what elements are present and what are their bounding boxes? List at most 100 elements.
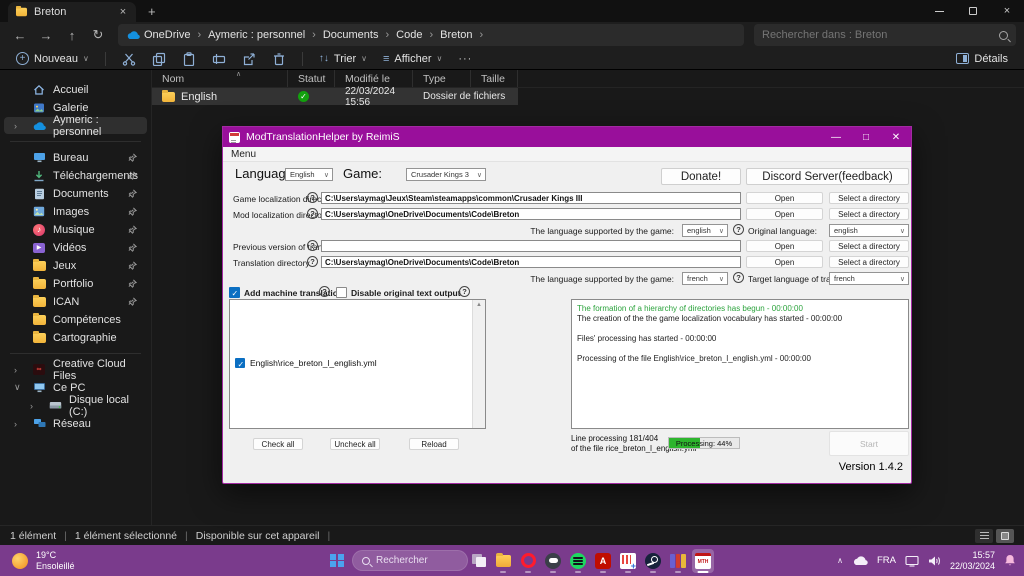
cut-button[interactable] [116, 49, 142, 69]
notification-bell-icon[interactable] [1004, 554, 1016, 567]
sidebar-item-onedrive-personnel[interactable]: › Aymeric : personnel [4, 114, 147, 138]
clock[interactable]: 15:57 22/03/2024 [950, 550, 995, 571]
uncheck-all-button[interactable]: Uncheck all [330, 438, 380, 450]
sidebar-item-competences[interactable]: Compétences [4, 311, 147, 328]
forward-button[interactable]: → [34, 28, 58, 43]
speaker-icon[interactable] [928, 555, 941, 567]
dialog-maximize-button[interactable]: □ [851, 127, 881, 147]
taskbar-icon-opera[interactable] [517, 549, 539, 573]
game-select[interactable]: Crusader Kings 3 ∨ [406, 168, 486, 181]
share-button[interactable] [236, 49, 262, 69]
chevron-right-icon[interactable]: › [30, 401, 33, 411]
scrollbar[interactable]: ▲ [472, 300, 485, 428]
sidebar-item-musique[interactable]: ♪ Musique [4, 221, 147, 238]
breadcrumb[interactable]: OneDrive › Aymeric : personnel › Documen… [118, 24, 744, 46]
taskbar-search[interactable]: Rechercher [352, 550, 468, 571]
close-button[interactable]: × [990, 0, 1024, 22]
sidebar-item-bureau[interactable]: Bureau [4, 149, 147, 166]
taskbar-icon-acrobat[interactable]: A [592, 549, 614, 573]
delete-button[interactable] [266, 49, 292, 69]
help-icon[interactable]: ? [307, 192, 318, 203]
mod-dir-select-button[interactable]: Select a directory [829, 208, 909, 220]
column-header-taille[interactable]: Taille [471, 70, 518, 87]
sidebar-item-ican[interactable]: ICAN [4, 293, 147, 310]
scroll-up-icon[interactable]: ▲ [476, 302, 482, 308]
sidebar-item-accueil[interactable]: Accueil [4, 81, 147, 98]
breadcrumb-root[interactable]: OneDrive [144, 29, 190, 41]
prev-translation-open-button[interactable]: Open [746, 240, 823, 252]
tab-close-icon[interactable]: × [116, 6, 130, 18]
breadcrumb-item[interactable]: Aymeric : personnel [208, 29, 305, 41]
mod-dir-input[interactable]: C:\Users\aymag\OneDrive\Documents\Code\B… [321, 208, 741, 220]
dialog-minimize-button[interactable]: — [821, 127, 851, 147]
game-dir-select-button[interactable]: Select a directory [829, 192, 909, 204]
column-header-nom[interactable]: Nom ∧ [152, 70, 288, 87]
new-button[interactable]: + Nouveau ∨ [10, 49, 95, 69]
refresh-button[interactable]: ↻ [86, 27, 110, 43]
check-all-button[interactable]: Check all [253, 438, 303, 450]
taskbar-icon-winrar[interactable] [667, 549, 689, 573]
copy-button[interactable] [146, 49, 172, 69]
breadcrumb-item[interactable]: Code [396, 29, 422, 41]
sidebar-item-reseau[interactable]: › Réseau [4, 415, 147, 432]
task-view-button[interactable] [472, 554, 487, 567]
help-icon[interactable]: ? [733, 224, 744, 235]
discord-button[interactable]: Discord Server(feedback) [746, 168, 909, 185]
start-button[interactable]: Start [829, 431, 909, 456]
column-header-statut[interactable]: Statut [288, 70, 335, 87]
back-button[interactable]: ← [8, 28, 32, 43]
menu-item-menu[interactable]: Menu [223, 149, 264, 160]
onedrive-tray-icon[interactable] [852, 555, 868, 566]
taskbar-icon-spotify[interactable] [567, 549, 589, 573]
game-lang-select-original[interactable]: english ∨ [682, 224, 728, 237]
explorer-tab[interactable]: Breton × [8, 2, 136, 22]
file-checkbox-item[interactable]: English\rice_breton_l_english.yml [235, 358, 377, 369]
chevron-right-icon[interactable]: › [14, 365, 17, 375]
up-button[interactable]: ↑ [60, 28, 84, 43]
target-language-select[interactable]: french ∨ [829, 272, 909, 285]
dialog-title-bar[interactable]: ModTranslationHelper by ReimiS [223, 127, 911, 147]
help-icon[interactable]: ? [307, 256, 318, 267]
sort-button[interactable]: ↑↓ Trier ∨ [313, 49, 373, 69]
help-icon[interactable]: ? [459, 286, 470, 297]
sidebar-item-jeux[interactable]: Jeux [4, 257, 147, 274]
language-select[interactable]: English ∨ [285, 168, 333, 181]
original-language-select[interactable]: english ∨ [829, 224, 909, 237]
paste-button[interactable] [176, 49, 202, 69]
mod-dir-open-button[interactable]: Open [746, 208, 823, 220]
prev-translation-select-button[interactable]: Select a directory [829, 240, 909, 252]
help-icon[interactable]: ? [307, 240, 318, 251]
sidebar-item-portfolio[interactable]: Portfolio [4, 275, 147, 292]
chevron-right-icon[interactable]: › [14, 419, 17, 429]
sidebar-item-disque-local[interactable]: › Disque local (C:) [4, 394, 147, 418]
file-selection-list[interactable]: ▲ English\rice_breton_l_english.yml [229, 299, 486, 429]
search-input[interactable] [762, 29, 999, 41]
prev-translation-input[interactable] [321, 240, 741, 252]
cast-icon[interactable] [905, 555, 919, 567]
view-button[interactable]: ≡ Afficher ∨ [377, 49, 448, 69]
icons-view-button[interactable] [996, 528, 1014, 543]
reload-button[interactable]: Reload [409, 438, 459, 450]
file-item-checkbox[interactable] [235, 358, 245, 369]
donate-button[interactable]: Donate! [661, 168, 741, 185]
new-tab-button[interactable]: + [148, 4, 156, 22]
sidebar-item-videos[interactable]: ▶ Vidéos [4, 239, 147, 256]
file-row-english[interactable]: English ✓ 22/03/2024 15:56 Dossier de fi… [152, 86, 518, 108]
disable-original-text-checkbox[interactable] [336, 287, 347, 298]
details-view-button[interactable] [975, 528, 993, 543]
taskbar-icon-steam[interactable] [642, 549, 664, 573]
translation-dir-open-button[interactable]: Open [746, 256, 823, 268]
sidebar-item-documents[interactable]: Documents [4, 185, 147, 202]
rename-button[interactable] [206, 49, 232, 69]
chevron-down-icon[interactable]: ∨ [14, 382, 21, 393]
breadcrumb-item[interactable]: Documents [323, 29, 379, 41]
game-dir-open-button[interactable]: Open [746, 192, 823, 204]
details-pane-button[interactable]: Détails [950, 49, 1014, 69]
breadcrumb-item[interactable]: Breton [440, 29, 472, 41]
search-box[interactable] [754, 24, 1016, 46]
sidebar-item-cartographie[interactable]: Cartographie [4, 329, 147, 346]
taskbar-icon-mod-translation-helper[interactable]: MTH [692, 548, 714, 573]
help-icon[interactable]: ? [307, 208, 318, 219]
more-button[interactable]: ··· [452, 49, 478, 69]
start-button[interactable] [330, 553, 344, 568]
